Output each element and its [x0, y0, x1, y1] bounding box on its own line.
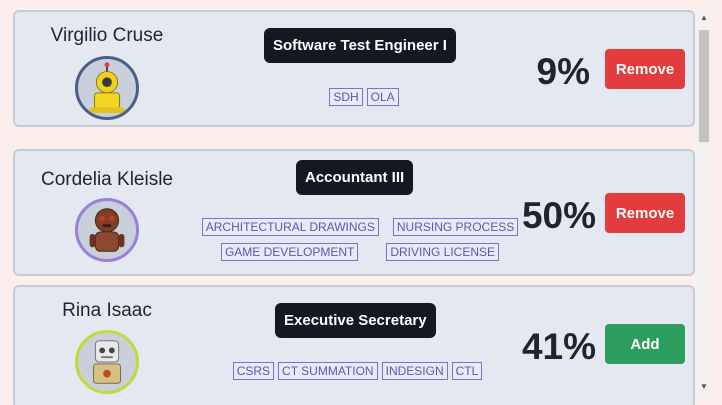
scroll-down-icon[interactable]: ▼ — [697, 381, 711, 393]
skill-tags: SDH OLA — [328, 88, 400, 106]
candidate-name: Rina Isaac — [62, 300, 152, 321]
gray-robot-avatar-icon — [75, 330, 139, 394]
candidate-card: Cordelia Kleisle Accountant III ARCHITEC… — [13, 149, 695, 276]
candidate-name: Cordelia Kleisle — [40, 169, 173, 190]
scroll-up-icon[interactable]: ▲ — [697, 12, 711, 24]
job-title-badge: Accountant III — [296, 160, 414, 195]
skill-tag: INDESIGN — [381, 362, 448, 380]
skill-tags: ARCHITECTURAL DRAWINGS NURSING PROCESS G… — [200, 218, 520, 261]
vertical-scrollbar[interactable]: ▲ ▼ — [697, 12, 711, 393]
yellow-robot-avatar-icon — [75, 56, 139, 120]
candidate-list: Virgilio Cruse Software Test Engineer I … — [0, 0, 697, 405]
candidate-name: Virgilio Cruse — [50, 25, 164, 46]
skill-tag: CT SUMMATION — [278, 362, 378, 380]
remove-button[interactable]: Remove — [605, 49, 685, 89]
skill-tag: NURSING PROCESS — [392, 218, 519, 236]
job-title-badge: Executive Secretary — [275, 303, 436, 338]
job-title-badge: Software Test Engineer I — [264, 28, 456, 63]
match-percent: 50% — [521, 195, 596, 236]
remove-button[interactable]: Remove — [605, 193, 685, 233]
skill-tags: CSRS CT SUMMATION INDESIGN CTL — [230, 362, 485, 380]
match-percent: 41% — [521, 326, 596, 367]
brown-robot-avatar-icon — [75, 198, 139, 262]
candidate-card: Rina Isaac Executive Secretary CSRS CT S… — [13, 285, 695, 405]
scroll-thumb[interactable] — [699, 30, 709, 142]
skill-tag: ARCHITECTURAL DRAWINGS — [201, 218, 379, 236]
skill-tag: CTL — [451, 362, 483, 380]
skill-tag: DRIVING LICENSE — [386, 243, 500, 261]
match-percent: 9% — [536, 51, 590, 92]
skill-tag: CSRS — [232, 362, 275, 380]
candidate-card: Virgilio Cruse Software Test Engineer I … — [13, 10, 695, 127]
skill-tag: SDH — [329, 88, 363, 106]
skill-tag: OLA — [366, 88, 399, 106]
add-button[interactable]: Add — [605, 324, 685, 364]
skill-tag: GAME DEVELOPMENT — [220, 243, 359, 261]
